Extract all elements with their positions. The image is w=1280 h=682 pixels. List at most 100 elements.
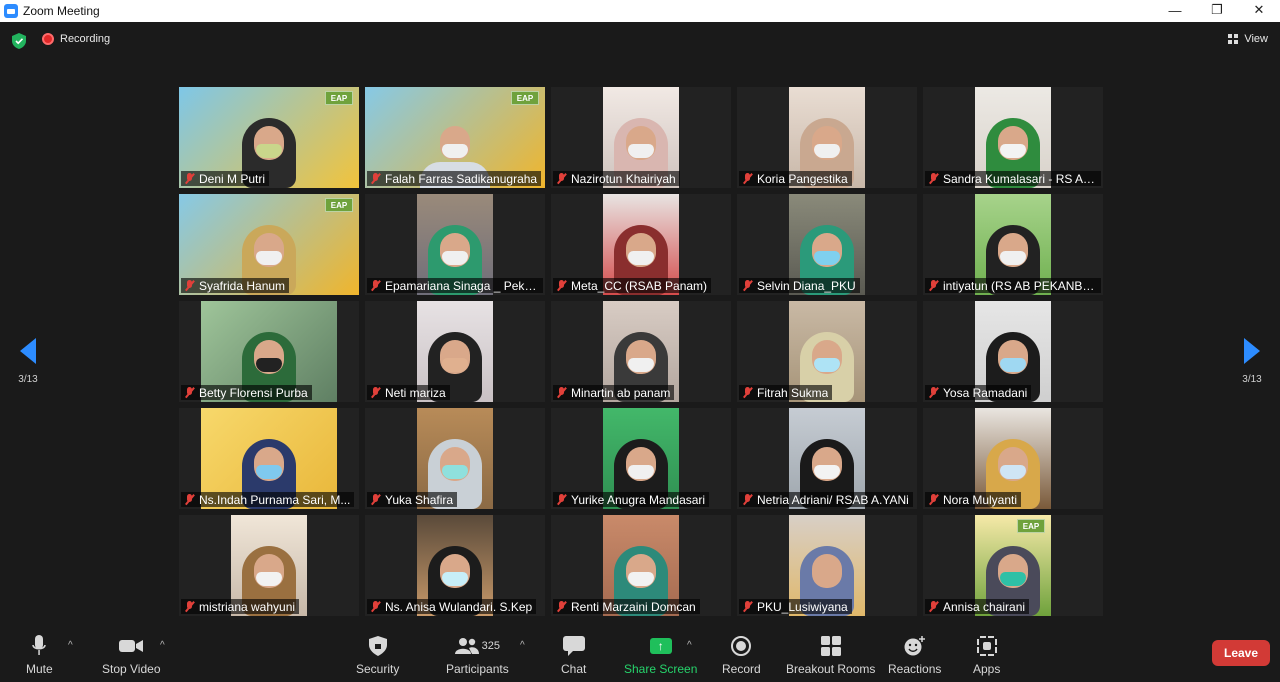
mic-muted-icon — [370, 280, 381, 291]
participant-tile[interactable]: Ns.Indah Purnama Sari, M... — [179, 408, 359, 509]
participant-name-bar: Ns.Indah Purnama Sari, M... — [181, 492, 355, 507]
face-mask — [628, 572, 654, 586]
participant-name-bar: Nora Mulyanti — [925, 492, 1022, 507]
close-button[interactable]: ✕ — [1238, 0, 1280, 20]
mic-muted-icon — [370, 173, 381, 184]
stop-video-button[interactable]: Stop Video — [102, 634, 161, 676]
participant-tile[interactable]: Ns. Anisa Wulandari. S.Kep — [365, 515, 545, 616]
mute-button[interactable]: Mute — [26, 634, 53, 676]
window-controls: — ❐ ✕ — [1154, 0, 1280, 22]
participants-options-caret-icon[interactable]: ^ — [520, 640, 525, 651]
participant-tile[interactable]: Nora Mulyanti — [923, 408, 1103, 509]
share-screen-icon: ↑ — [649, 634, 672, 658]
participant-tile[interactable]: Neti mariza — [365, 301, 545, 402]
participant-tile[interactable]: Netria Adriani/ RSAB A.YANi — [737, 408, 917, 509]
participant-name-bar: intiyatun (RS AB PEKANBAR... — [925, 278, 1101, 293]
participant-tile[interactable]: Fitrah Sukma — [737, 301, 917, 402]
recording-indicator[interactable]: Recording — [42, 33, 110, 45]
face-mask — [442, 251, 468, 265]
arrow-right-icon — [1244, 338, 1260, 364]
participant-tile[interactable]: mistriana wahyuni — [179, 515, 359, 616]
participant-name-bar: Fitrah Sukma — [739, 385, 833, 400]
smiley-icon — [904, 634, 926, 658]
view-button[interactable]: View — [1228, 33, 1268, 45]
participant-name: Koria Pangestika — [757, 171, 848, 186]
participant-name: PKU_Lusiwiyana — [757, 599, 848, 614]
participant-name-bar: Yosa Ramadani — [925, 385, 1032, 400]
participant-tile[interactable]: EAP Falah Farras Sadikanugraha — [365, 87, 545, 188]
participant-tile[interactable]: Selvin Diana_PKU — [737, 194, 917, 295]
participant-name: Yurike Anugra Mandasari — [571, 492, 706, 507]
participant-tile[interactable]: EAP Deni M Putri — [179, 87, 359, 188]
participant-name-bar: Sandra Kumalasari - RS Aw... — [925, 171, 1101, 186]
participant-name-bar: Netria Adriani/ RSAB A.YANi — [739, 492, 913, 507]
participant-name: Renti Marzaini Domcan — [571, 599, 696, 614]
face-mask — [1000, 358, 1026, 372]
participant-name: Netria Adriani/ RSAB A.YANi — [757, 492, 909, 507]
encryption-shield-icon[interactable] — [12, 33, 26, 49]
face-mask — [256, 465, 282, 479]
participant-tile[interactable]: Minartin ab panam — [551, 301, 731, 402]
participant-tile[interactable]: EAP Annisa chairani — [923, 515, 1103, 616]
gallery-video-grid: EAP Deni M Putri EAP Falah Farras Sadikanug… — [179, 87, 1103, 616]
audio-options-caret-icon[interactable]: ^ — [68, 640, 73, 651]
share-options-caret-icon[interactable]: ^ — [687, 640, 692, 651]
breakout-rooms-button[interactable]: Breakout Rooms — [786, 634, 875, 676]
participant-tile[interactable]: Nazirotun Khairiyah — [551, 87, 731, 188]
mic-muted-icon — [556, 387, 567, 398]
participant-tile[interactable]: EAP Syafrida Hanum — [179, 194, 359, 295]
face-mask — [442, 465, 468, 479]
record-icon — [731, 634, 752, 658]
recording-dot-icon — [42, 33, 54, 45]
zoom-logo-icon — [4, 4, 18, 18]
mic-muted-icon — [184, 494, 195, 505]
restore-button[interactable]: ❐ — [1196, 0, 1238, 20]
reactions-button[interactable]: Reactions — [888, 634, 941, 676]
participant-tile[interactable]: Betty Florensi Purba — [179, 301, 359, 402]
participant-name: Nora Mulyanti — [943, 492, 1018, 507]
apps-label: Apps — [973, 662, 1001, 676]
participant-tile[interactable]: Renti Marzaini Domcan — [551, 515, 731, 616]
chat-button[interactable]: Chat — [561, 634, 586, 676]
mic-muted-icon — [928, 387, 939, 398]
participant-name: Minartin ab panam — [571, 385, 671, 400]
minimize-button[interactable]: — — [1154, 0, 1196, 20]
participants-button[interactable]: 325 Participants — [446, 634, 509, 676]
mic-muted-icon — [556, 494, 567, 505]
face-mask — [442, 144, 468, 158]
apps-button[interactable]: Apps — [973, 634, 1000, 676]
participant-tile[interactable]: Epamariana Sinaga _ Peka... — [365, 194, 545, 295]
participant-tile[interactable]: Koria Pangestika — [737, 87, 917, 188]
face-mask — [442, 358, 468, 372]
face-mask — [1000, 144, 1026, 158]
leave-button[interactable]: Leave — [1212, 640, 1270, 666]
mic-muted-icon — [928, 494, 939, 505]
mic-muted-icon — [184, 601, 195, 612]
face-mask — [256, 251, 282, 265]
participant-name: Sandra Kumalasari - RS Aw... — [943, 171, 1097, 186]
participant-name-bar: Selvin Diana_PKU — [739, 278, 860, 293]
participant-name: Deni M Putri — [199, 171, 266, 186]
participant-name: intiyatun (RS AB PEKANBAR... — [943, 278, 1097, 293]
next-page-button[interactable]: 3/13 — [1232, 338, 1272, 385]
mic-muted-icon — [928, 601, 939, 612]
security-button[interactable]: Security — [356, 634, 399, 676]
participant-tile[interactable]: Meta_CC (RSAB Panam) — [551, 194, 731, 295]
video-options-caret-icon[interactable]: ^ — [160, 640, 165, 651]
meeting-top-bar: Recording View — [0, 22, 1280, 62]
participant-name-bar: Yuka Shafira — [367, 492, 458, 507]
participant-tile[interactable]: intiyatun (RS AB PEKANBAR... — [923, 194, 1103, 295]
meeting-controls-toolbar: Mute ^ Stop Video ^ Security 325 Partici… — [0, 630, 1280, 682]
record-button[interactable]: Record — [722, 634, 761, 676]
participant-name-bar: Koria Pangestika — [739, 171, 852, 186]
mic-muted-icon — [742, 173, 753, 184]
participant-tile[interactable]: Yurike Anugra Mandasari — [551, 408, 731, 509]
participant-tile[interactable]: PKU_Lusiwiyana — [737, 515, 917, 616]
view-label: View — [1244, 33, 1268, 45]
previous-page-button[interactable]: 3/13 — [8, 338, 48, 385]
participant-tile[interactable]: Yosa Ramadani — [923, 301, 1103, 402]
face-mask — [628, 251, 654, 265]
participants-icon: 325 — [454, 634, 500, 658]
participant-tile[interactable]: Yuka Shafira — [365, 408, 545, 509]
participant-tile[interactable]: Sandra Kumalasari - RS Aw... — [923, 87, 1103, 188]
